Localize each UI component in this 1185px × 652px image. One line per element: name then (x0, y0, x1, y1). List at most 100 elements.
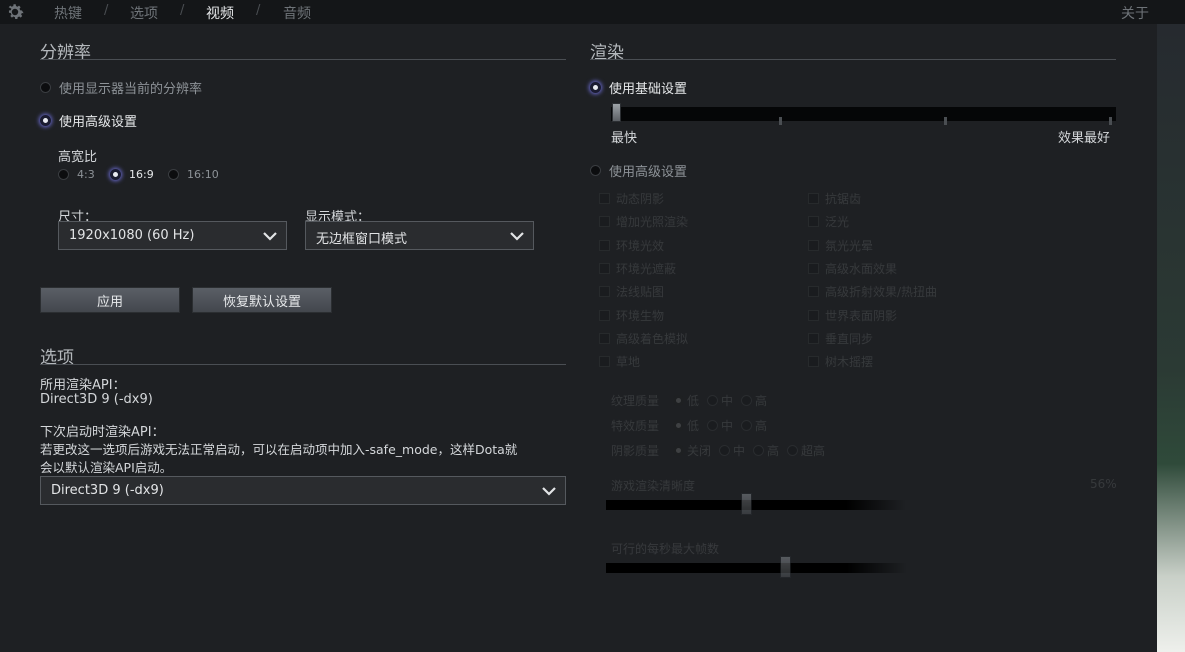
render-option-checkbox[interactable]: 环境光效 (599, 237, 664, 254)
chevron-down-icon (510, 232, 524, 241)
effects-quality-mid-radio[interactable]: 中 (707, 417, 733, 434)
render-option-checkbox[interactable]: 高级水面效果 (808, 260, 897, 277)
option-label: 中 (721, 419, 734, 433)
api-note-line-2: 会以默认渲染API启动。 (40, 460, 173, 475)
render-option-checkbox[interactable]: 动态阴影 (599, 190, 664, 207)
checkbox-label: 环境光遮蔽 (616, 261, 677, 276)
chevron-down-icon (263, 232, 277, 241)
radio-icon (741, 420, 753, 431)
render-option-checkbox[interactable]: 树木摇摆 (808, 353, 873, 370)
use-basic-render-label: 使用基础设置 (609, 82, 688, 97)
checkbox-label: 环境光效 (616, 238, 665, 253)
effects-quality-label: 特效质量 (611, 419, 660, 433)
texture-quality-row: 纹理质量 低 中 高 (611, 392, 775, 409)
checkbox-label: 世界表面阴影 (825, 308, 898, 323)
shadow-quality-mid-radio[interactable]: 中 (719, 442, 745, 459)
render-clarity-value: 56% (1090, 477, 1117, 491)
use-advanced-render-radio[interactable]: 使用高级设置 (590, 161, 687, 180)
aspect-16-10-radio[interactable]: 16:10 (168, 168, 219, 181)
checkbox-icon (599, 309, 610, 321)
radio-selected-icon (673, 445, 684, 456)
render-clarity-slider-handle[interactable] (741, 493, 752, 515)
option-label: 超高 (801, 444, 826, 458)
render-option-checkbox[interactable]: 泛光 (808, 213, 849, 230)
checkbox-icon (808, 356, 819, 368)
checkbox-label: 增加光照渲染 (616, 215, 689, 230)
checkbox-label: 抗锯齿 (825, 192, 862, 206)
radio-icon (707, 395, 719, 406)
checkbox-icon (808, 262, 819, 274)
render-option-checkbox[interactable]: 高级折射效果/热扭曲 (808, 283, 937, 300)
shadow-quality-off-radio[interactable]: 关闭 (673, 442, 711, 459)
slider-tick (944, 117, 947, 125)
use-advanced-render-label: 使用高级设置 (609, 165, 688, 180)
render-clarity-slider[interactable] (606, 500, 906, 510)
radio-selected-icon (673, 420, 684, 431)
radio-icon (590, 165, 601, 176)
texture-quality-label: 纹理质量 (611, 394, 660, 408)
texture-quality-low-radio[interactable]: 低 (673, 392, 699, 409)
tab-audio[interactable]: 音频 (283, 3, 311, 23)
resolution-divider (40, 59, 566, 60)
radio-icon (168, 169, 179, 180)
radio-icon (707, 420, 719, 431)
tab-video[interactable]: 视频 (206, 3, 234, 23)
texture-quality-mid-radio[interactable]: 中 (707, 392, 733, 409)
slider-tick (1109, 117, 1112, 125)
option-label: 低 (687, 394, 700, 408)
shadow-quality-ultra-radio[interactable]: 超高 (787, 442, 825, 459)
aspect-16-10-label: 16:10 (187, 168, 219, 181)
shadow-quality-high-radio[interactable]: 高 (753, 442, 779, 459)
checkbox-icon (808, 216, 819, 228)
radio-icon (719, 445, 731, 456)
size-dropdown-value: 1920x1080 (60 Hz) (69, 228, 195, 243)
checkbox-label: 动态阴影 (616, 192, 665, 206)
next-api-dropdown[interactable]: Direct3D 9 (-dx9) (40, 476, 566, 505)
current-api-label: 所用渲染API： (40, 378, 126, 393)
use-basic-render-radio[interactable]: 使用基础设置 (590, 78, 687, 97)
tab-options[interactable]: 选项 (130, 3, 158, 23)
aspect-16-9-radio[interactable]: 16:9 (110, 168, 154, 181)
max-fps-slider-handle[interactable] (780, 556, 791, 578)
display-mode-dropdown-value: 无边框窗口模式 (316, 232, 408, 247)
render-option-checkbox[interactable]: 环境生物 (599, 307, 664, 324)
render-option-checkbox[interactable]: 增加光照渲染 (599, 213, 688, 230)
option-label: 高 (755, 419, 768, 433)
aspect-4-3-radio[interactable]: 4:3 (58, 168, 95, 181)
tab-separator: / (256, 3, 261, 18)
apply-button[interactable]: 应用 (40, 287, 180, 313)
checkbox-label: 垂直同步 (825, 331, 874, 346)
aspect-16-9-label: 16:9 (129, 168, 154, 181)
option-label: 低 (687, 419, 700, 433)
display-mode-dropdown[interactable]: 无边框窗口模式 (305, 221, 534, 250)
render-option-checkbox[interactable]: 环境光遮蔽 (599, 260, 676, 277)
radio-icon (58, 169, 69, 180)
render-option-checkbox[interactable]: 垂直同步 (808, 330, 873, 347)
next-api-dropdown-value: Direct3D 9 (-dx9) (51, 483, 164, 498)
use-advanced-resolution-radio[interactable]: 使用高级设置 (40, 111, 137, 130)
size-dropdown[interactable]: 1920x1080 (60 Hz) (58, 221, 287, 250)
radio-selected-icon (40, 115, 51, 126)
checkbox-label: 高级着色模拟 (616, 331, 689, 346)
render-quality-slider-handle[interactable] (612, 103, 621, 122)
checkbox-label: 法线贴图 (616, 285, 665, 300)
render-option-checkbox[interactable]: 抗锯齿 (808, 190, 861, 207)
render-option-checkbox[interactable]: 草地 (599, 353, 640, 370)
checkbox-label: 草地 (616, 355, 641, 370)
gear-icon[interactable] (4, 1, 26, 23)
effects-quality-low-radio[interactable]: 低 (673, 417, 699, 434)
render-option-checkbox[interactable]: 法线贴图 (599, 283, 664, 300)
slider-tick (779, 117, 782, 125)
top-nav-bar: 热键 / 选项 / 视频 / 音频 关于 (0, 0, 1185, 24)
render-option-checkbox[interactable]: 世界表面阴影 (808, 307, 897, 324)
tab-hotkeys[interactable]: 热键 (54, 3, 82, 23)
render-option-checkbox[interactable]: 高级着色模拟 (599, 330, 688, 347)
max-fps-slider[interactable] (606, 563, 906, 573)
texture-quality-high-radio[interactable]: 高 (741, 392, 767, 409)
render-quality-slider[interactable] (611, 107, 1116, 121)
effects-quality-high-radio[interactable]: 高 (741, 417, 767, 434)
use-current-resolution-radio[interactable]: 使用显示器当前的分辨率 (40, 78, 202, 97)
render-option-checkbox[interactable]: 氛光光晕 (808, 237, 873, 254)
about-link[interactable]: 关于 (1121, 3, 1149, 23)
restore-defaults-button[interactable]: 恢复默认设置 (192, 287, 332, 313)
